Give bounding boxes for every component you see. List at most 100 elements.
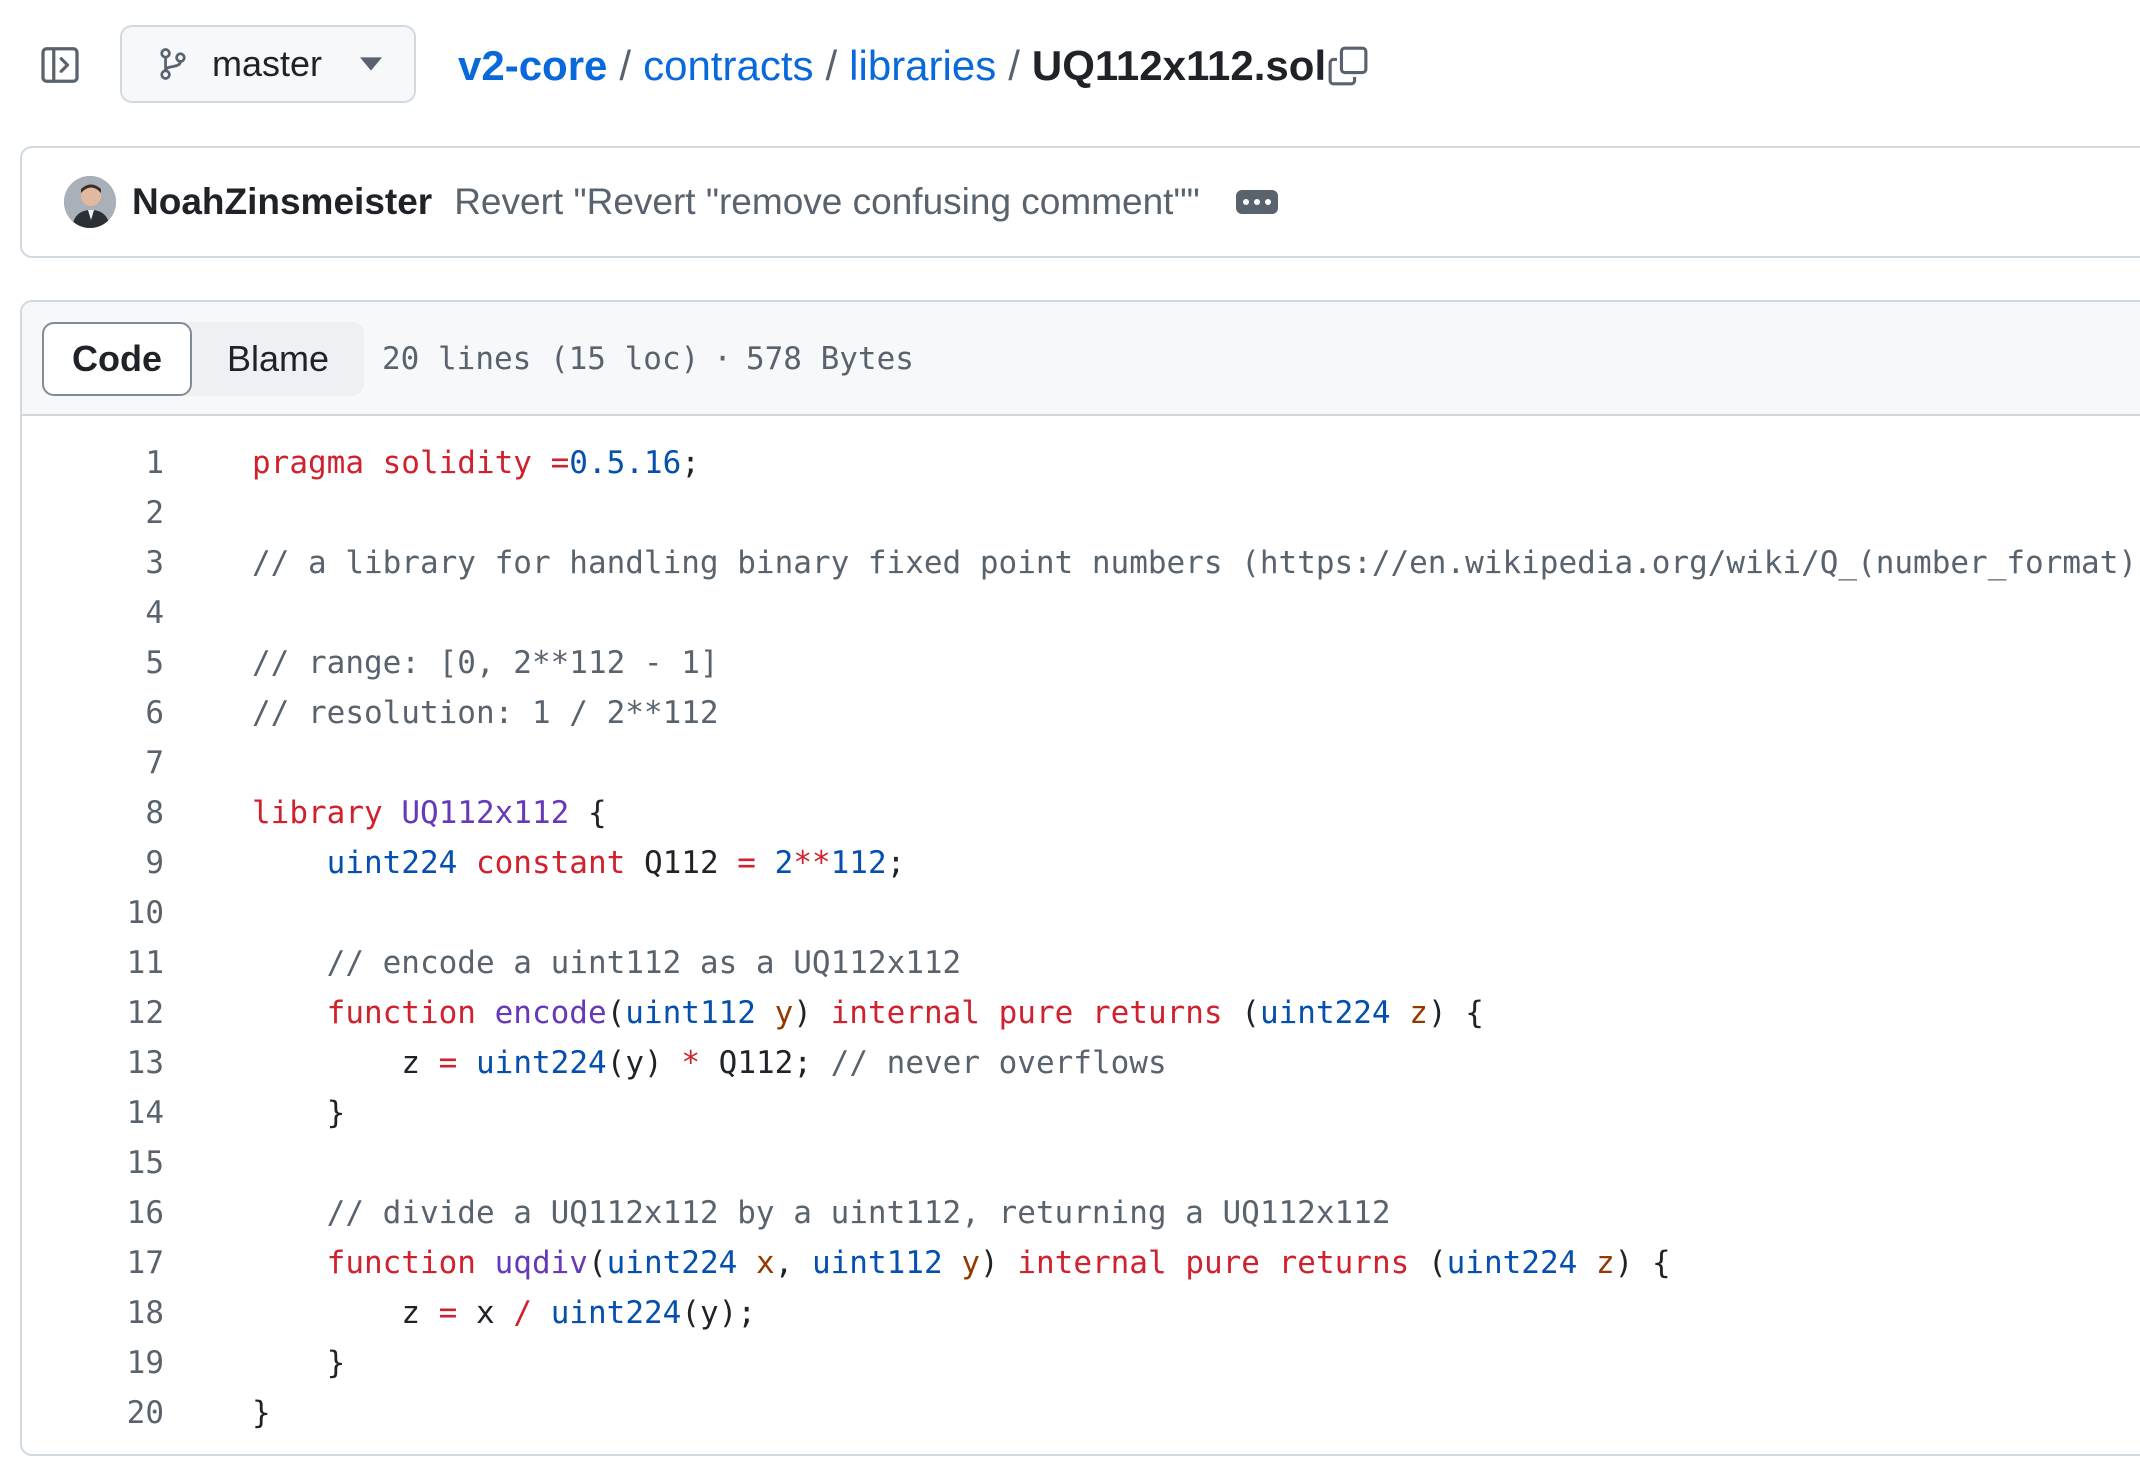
file-stats: 20 lines (15 loc) · 578 Bytes <box>382 334 914 384</box>
code-token: ) <box>979 1245 999 1281</box>
code-token: ) <box>793 995 812 1031</box>
code-line: 13 z = uint224(y) * Q112; // never overf… <box>22 1038 2140 1088</box>
code-token: ** <box>793 845 831 881</box>
line-number[interactable]: 7 <box>22 745 164 781</box>
code-token: } <box>326 1345 346 1381</box>
code-token: z <box>401 1045 420 1081</box>
code-token: uint224 <box>326 845 458 881</box>
code-token: function <box>326 995 476 1031</box>
line-number[interactable]: 19 <box>22 1345 164 1381</box>
line-number[interactable]: 18 <box>22 1295 164 1331</box>
copy-icon <box>1328 46 1368 86</box>
code-line: 2 <box>22 488 2140 538</box>
breadcrumb-libraries-link[interactable]: libraries <box>849 42 996 90</box>
code-token: uint112 <box>811 1245 943 1281</box>
code-token: encode <box>494 995 607 1031</box>
code-token: uint112 <box>625 995 756 1031</box>
line-number[interactable]: 9 <box>22 845 164 881</box>
latest-commit-box: NoahZinsmeister Revert "Revert "remove c… <box>20 146 2140 258</box>
code-token: = <box>438 1045 458 1081</box>
code-token: ( <box>1241 995 1260 1031</box>
git-branch-icon <box>156 44 190 84</box>
code-token: uint224 <box>476 1045 607 1081</box>
code-token: y <box>961 1245 980 1281</box>
code-token: pure <box>998 995 1074 1031</box>
copy-path-button[interactable] <box>1320 40 1376 92</box>
code-token: 112 <box>830 845 887 881</box>
code-view[interactable]: 1 pragma solidity =0.5.16; 2 3 // a libr… <box>22 438 2140 1438</box>
code-token: = <box>737 845 756 881</box>
breadcrumb-repo-link[interactable]: v2-core <box>458 42 607 90</box>
branch-name: master <box>212 43 323 84</box>
code-token: uint224 <box>606 1245 738 1281</box>
code-token: z <box>1409 995 1428 1031</box>
sidebar-toggle-button[interactable] <box>38 44 82 86</box>
code-line: 17 function uqdiv(uint224 x, uint112 y) … <box>22 1238 2140 1288</box>
code-token: * <box>681 1045 700 1081</box>
code-comment: // never overflows <box>830 1045 1167 1081</box>
breadcrumb-contracts-link[interactable]: contracts <box>643 42 813 90</box>
line-number[interactable]: 3 <box>22 545 164 581</box>
line-number[interactable]: 6 <box>22 695 164 731</box>
code-token: returns <box>1278 1245 1410 1281</box>
code-line: 20 } <box>22 1388 2140 1438</box>
line-number[interactable]: 8 <box>22 795 164 831</box>
code-token: { <box>587 795 607 831</box>
breadcrumb: v2-core / contracts / libraries / UQ112x… <box>458 38 1326 94</box>
code-token: uint224 <box>1446 1245 1578 1281</box>
breadcrumb-separator: / <box>1008 42 1020 89</box>
avatar[interactable] <box>64 176 116 228</box>
code-token: Q112; <box>718 1045 812 1081</box>
commit-details-toggle[interactable] <box>1235 190 1278 214</box>
tab-blame[interactable]: Blame <box>192 322 364 396</box>
code-comment: // range: [0, 2**112 - 1] <box>252 645 719 681</box>
code-token: = <box>438 1295 458 1331</box>
code-token: uint224 <box>550 1295 682 1331</box>
code-comment: // divide a UQ112x112 by a uint112, retu… <box>326 1195 1391 1231</box>
line-number[interactable]: 15 <box>22 1145 164 1181</box>
code-comment: // a library for handling binary fixed p… <box>252 545 2140 581</box>
code-line: 9 uint224 constant Q112 = 2**112; <box>22 838 2140 888</box>
separator-dot: · <box>713 341 732 377</box>
file-size: 578 Bytes <box>745 341 914 377</box>
code-token: ( <box>1427 1245 1447 1281</box>
line-number[interactable]: 11 <box>22 945 164 981</box>
code-token: pragma solidity = <box>252 445 570 481</box>
line-number[interactable]: 10 <box>22 895 164 931</box>
line-number[interactable]: 4 <box>22 595 164 631</box>
code-line: 19 } <box>22 1338 2140 1388</box>
line-number[interactable]: 20 <box>22 1395 164 1431</box>
code-token: UQ112x112 <box>401 795 570 831</box>
code-line: 4 <box>22 588 2140 638</box>
line-number[interactable]: 2 <box>22 495 164 531</box>
line-count: 20 lines (15 loc) <box>382 341 700 377</box>
code-line: 7 <box>22 738 2140 788</box>
line-number[interactable]: 13 <box>22 1045 164 1081</box>
code-token: } <box>326 1095 346 1131</box>
code-token: uint224 <box>1259 995 1391 1031</box>
triangle-down-icon <box>360 57 383 71</box>
code-token: x <box>476 1295 495 1331</box>
code-token: constant <box>475 845 626 881</box>
line-number[interactable]: 12 <box>22 995 164 1031</box>
code-token: / <box>513 1295 533 1331</box>
file-viewer: Code Blame 20 lines (15 loc) · 578 Bytes… <box>20 300 2140 1456</box>
code-line: 6 // resolution: 1 / 2**112 <box>22 688 2140 738</box>
commit-message[interactable]: Revert "Revert "remove confusing comment… <box>454 181 1200 223</box>
code-line: 16 // divide a UQ112x112 by a uint112, r… <box>22 1188 2140 1238</box>
line-number[interactable]: 14 <box>22 1095 164 1131</box>
line-number[interactable]: 1 <box>22 445 164 481</box>
breadcrumb-current-file: UQ112x112.sol <box>1031 42 1327 89</box>
code-token: ) { <box>1427 995 1484 1031</box>
branch-selector-button[interactable]: master <box>120 25 416 103</box>
code-token: uqdiv <box>494 1245 588 1281</box>
view-mode-segmented-control: Code Blame <box>42 322 364 396</box>
code-line: 10 <box>22 888 2140 938</box>
code-line: 1 pragma solidity =0.5.16; <box>22 438 2140 488</box>
code-token: 0.5.16 <box>569 445 682 481</box>
commit-author[interactable]: NoahZinsmeister <box>132 181 432 223</box>
line-number[interactable]: 16 <box>22 1195 164 1231</box>
tab-code[interactable]: Code <box>42 322 192 396</box>
line-number[interactable]: 17 <box>22 1245 164 1281</box>
line-number[interactable]: 5 <box>22 645 164 681</box>
